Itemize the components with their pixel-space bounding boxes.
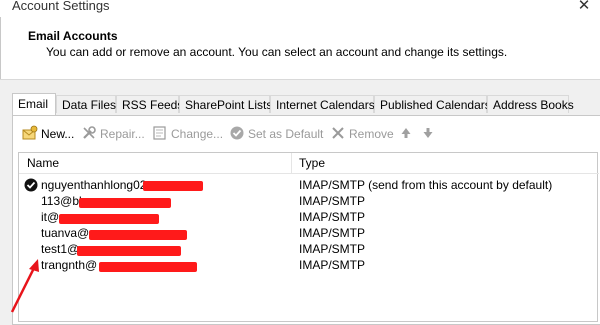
new-button-label: New... (41, 127, 75, 141)
account-type: IMAP/SMTP (299, 194, 366, 208)
arrow-down-icon (422, 125, 438, 141)
tab-email[interactable]: Email (12, 93, 56, 115)
account-type: IMAP/SMTP (299, 242, 366, 256)
move-up-button[interactable] (400, 124, 419, 144)
account-type: IMAP/SMTP (299, 258, 366, 272)
redaction-mark (59, 214, 159, 224)
account-name: test1@ (41, 242, 80, 256)
account-type: IMAP/SMTP (send from this account by def… (299, 178, 553, 192)
section-title: Email Accounts (28, 29, 118, 43)
set-as-default-button[interactable]: Set as Default (229, 124, 323, 144)
tab-internet-calendars[interactable]: Internet Calendars (270, 95, 375, 113)
tab-address-books[interactable]: Address Books (487, 95, 574, 113)
repair-button-label: Repair... (100, 127, 145, 141)
account-name: nguyenthanhlong02 (41, 178, 147, 192)
repair-button[interactable]: Repair... (81, 124, 145, 144)
remove-x-icon (330, 125, 346, 141)
account-name: 113@bl (41, 194, 82, 208)
column-divider[interactable] (291, 153, 292, 173)
redaction-mark (77, 246, 181, 256)
redaction-mark (89, 230, 187, 240)
change-button[interactable]: Change... (152, 124, 223, 144)
remove-button[interactable]: Remove (330, 124, 394, 144)
default-account-check-icon (24, 178, 38, 192)
account-row[interactable]: it@ IMAP/SMTP (19, 209, 597, 225)
remove-button-label: Remove (349, 127, 394, 141)
column-header-type[interactable]: Type (299, 156, 325, 170)
redaction-mark (143, 181, 203, 191)
account-row[interactable]: nguyenthanhlong02 IMAP/SMTP (send from t… (19, 177, 597, 193)
account-list[interactable]: Name Type nguyenthanhlong02 IMAP/SMTP (s… (18, 152, 599, 322)
account-name: trangnth@ (41, 258, 98, 272)
account-type: IMAP/SMTP (299, 210, 366, 224)
account-name: tuanva@ (41, 226, 90, 240)
window-left-edge (0, 17, 1, 79)
tab-data-files[interactable]: Data Files (56, 95, 116, 113)
new-button[interactable]: New... (22, 124, 74, 144)
repair-tools-icon (81, 125, 97, 141)
account-row[interactable]: trangnth@ IMAP/SMTP (19, 257, 597, 273)
tab-rss-feeds[interactable]: RSS Feeds (116, 95, 183, 113)
section-description: You can add or remove an account. You ca… (46, 45, 508, 59)
arrow-up-icon (400, 125, 416, 141)
change-account-icon (152, 125, 168, 141)
title-bar: Account Settings ✕ (0, 0, 600, 17)
header-panel: Email Accounts You can add or remove an … (0, 17, 600, 80)
window-title: Account Settings (12, 0, 110, 13)
account-row[interactable]: 113@bl IMAP/SMTP (19, 193, 597, 209)
set-as-default-label: Set as Default (248, 127, 324, 141)
list-header: Name Type (19, 153, 599, 174)
account-row[interactable]: tuanva@ IMAP/SMTP (19, 225, 597, 241)
redaction-mark (79, 198, 171, 208)
close-button[interactable]: ✕ (568, 0, 600, 16)
new-account-icon (22, 125, 38, 141)
move-down-button[interactable] (422, 124, 441, 144)
redaction-mark (99, 262, 197, 272)
account-type: IMAP/SMTP (299, 226, 366, 240)
account-name: it@ (41, 210, 60, 224)
column-header-name[interactable]: Name (27, 156, 59, 170)
change-button-label: Change... (171, 127, 224, 141)
tab-sharepoint-lists[interactable]: SharePoint Lists (179, 95, 272, 113)
account-row[interactable]: test1@ IMAP/SMTP (19, 241, 597, 257)
tab-published-calendars[interactable]: Published Calendars (374, 95, 491, 113)
check-circle-icon (229, 125, 245, 141)
